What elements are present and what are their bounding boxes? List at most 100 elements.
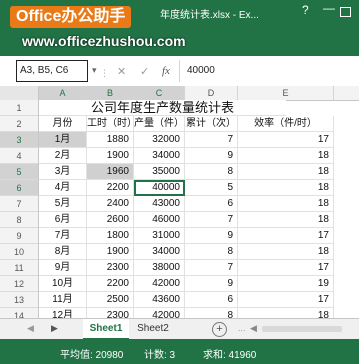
table-cell[interactable]: 42000 [134,308,185,318]
table-cell[interactable]: 4月 [39,180,87,196]
table-cell[interactable]: 12月 [39,308,87,318]
row-header[interactable]: 1 [0,100,39,116]
table-cell[interactable]: 17 [238,292,334,308]
table-cell[interactable]: 2600 [87,212,134,228]
row-header[interactable]: 3 [0,132,39,148]
tab-sheet1[interactable]: Sheet1 [83,319,129,340]
row-header[interactable]: 10 [0,244,39,260]
table-cell[interactable]: 9 [185,228,238,244]
row-header[interactable]: 11 [0,260,39,276]
table-header-cell[interactable]: 效率（件/时） [238,116,334,132]
table-cell[interactable]: 9 [185,148,238,164]
column-header-a[interactable]: A [39,86,87,100]
table-cell[interactable]: 32000 [134,132,185,148]
table-cell[interactable]: 9 [185,276,238,292]
table-cell[interactable]: 43600 [134,292,185,308]
table-cell[interactable]: 18 [238,164,334,180]
table-cell[interactable]: 6 [185,292,238,308]
row-header[interactable]: 4 [0,148,39,164]
table-cell[interactable]: 2200 [87,180,134,196]
table-cell[interactable]: 7 [185,212,238,228]
row-header[interactable]: 13 [0,292,39,308]
row-header[interactable]: 9 [0,228,39,244]
sheet-next-icon[interactable]: ▶ [51,323,58,334]
sheet-prev-icon[interactable]: ◀ [27,323,34,334]
table-cell[interactable]: 1月 [39,132,87,148]
table-cell[interactable]: 5 [185,180,238,196]
row-header[interactable]: 6 [0,180,39,196]
table-cell[interactable]: 2月 [39,148,87,164]
cancel-icon[interactable]: ✕ [117,65,126,78]
table-cell[interactable]: 34000 [134,244,185,260]
table-cell[interactable]: 10月 [39,276,87,292]
table-cell[interactable]: 31000 [134,228,185,244]
sheet-title[interactable]: 公司年度生产数量统计表 [39,100,286,116]
more-icon[interactable]: ... [238,323,246,333]
formula-input[interactable]: 40000 [187,65,215,76]
table-cell[interactable]: 6月 [39,212,87,228]
name-box[interactable]: A3, B5, C6 [16,60,88,82]
table-cell[interactable]: 18 [238,308,334,318]
table-cell[interactable]: 18 [238,180,334,196]
row-header[interactable]: 5 [0,164,39,180]
table-cell[interactable]: 18 [238,244,334,260]
table-cell[interactable]: 1960 [87,164,134,180]
table-cell[interactable]: 7 [185,132,238,148]
drag-handle-icon[interactable]: ⋮ [100,68,109,79]
table-cell[interactable]: 1900 [87,244,134,260]
table-cell[interactable]: 2300 [87,260,134,276]
tab-sheet2[interactable]: Sheet2 [131,319,175,338]
column-header-c[interactable]: C [134,86,185,100]
row-header[interactable]: 2 [0,116,39,132]
table-header-cell[interactable]: 累计（次） [185,116,238,132]
row-header[interactable]: 7 [0,196,39,212]
insert-function-icon[interactable]: fx [162,65,170,77]
table-cell[interactable]: 2400 [87,196,134,212]
scrollbar-thumb[interactable] [262,326,342,332]
horizontal-scrollbar[interactable]: ... ◀ [238,323,354,335]
help-icon[interactable]: ? [302,3,309,17]
table-header-cell[interactable]: 月份 [39,116,87,132]
table-cell[interactable]: 42000 [134,276,185,292]
table-cell[interactable]: 8月 [39,244,87,260]
table-cell[interactable]: 43000 [134,196,185,212]
table-cell[interactable]: 1800 [87,228,134,244]
row-header[interactable]: 12 [0,276,39,292]
table-cell[interactable]: 1880 [87,132,134,148]
table-cell[interactable]: 38000 [134,260,185,276]
table-cell[interactable]: 2300 [87,308,134,318]
row-header[interactable]: 8 [0,212,39,228]
add-sheet-icon[interactable]: + [212,322,227,337]
enter-icon[interactable]: ✓ [140,65,149,78]
table-cell[interactable]: 40000 [134,180,185,196]
table-header-cell[interactable]: 工时（时） [87,116,134,132]
table-cell[interactable]: 35000 [134,164,185,180]
table-header-cell[interactable]: 产量（件） [134,116,185,132]
table-cell[interactable]: 2500 [87,292,134,308]
table-cell[interactable]: 11月 [39,292,87,308]
table-cell[interactable]: 17 [238,260,334,276]
table-cell[interactable]: 1900 [87,148,134,164]
table-cell[interactable]: 8 [185,308,238,318]
table-cell[interactable]: 17 [238,132,334,148]
table-cell[interactable]: 8 [185,244,238,260]
restore-icon[interactable] [340,7,351,17]
table-cell[interactable]: 46000 [134,212,185,228]
table-cell[interactable]: 5月 [39,196,87,212]
table-cell[interactable]: 18 [238,212,334,228]
column-header-d[interactable]: D [185,86,238,100]
column-header-b[interactable]: B [87,86,134,100]
scroll-left-icon[interactable]: ◀ [250,323,257,334]
table-cell[interactable]: 7 [185,260,238,276]
table-cell[interactable]: 2200 [87,276,134,292]
table-cell[interactable]: 18 [238,148,334,164]
table-cell[interactable]: 6 [185,196,238,212]
table-cell[interactable]: 7月 [39,228,87,244]
table-cell[interactable]: 18 [238,196,334,212]
table-cell[interactable]: 8 [185,164,238,180]
column-header-e[interactable]: E [238,86,334,100]
table-cell[interactable]: 9月 [39,260,87,276]
minimize-icon[interactable]: — [323,1,335,15]
table-cell[interactable]: 34000 [134,148,185,164]
table-cell[interactable]: 19 [238,276,334,292]
